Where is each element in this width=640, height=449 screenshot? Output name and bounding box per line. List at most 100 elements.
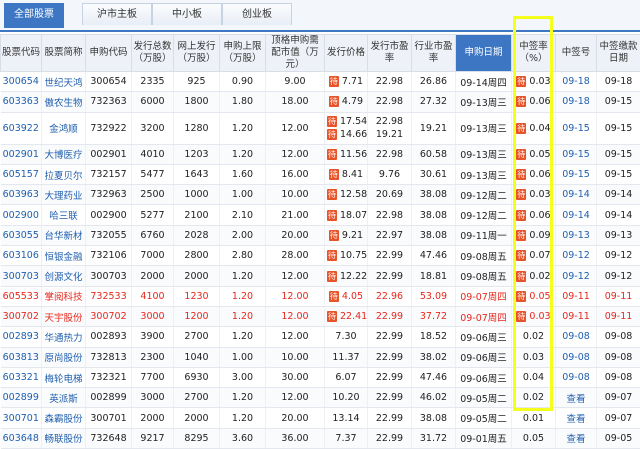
lot-number-link[interactable]: 09-08 <box>562 352 590 363</box>
table-row[interactable]: 002899英派斯002899300027001.2012.0010.2022.… <box>1 388 640 408</box>
col-header-online[interactable]: 网上发行（万股） <box>174 35 220 72</box>
stock-name-link[interactable]: 大理药业 <box>42 185 86 205</box>
stock-code-cell[interactable]: 300701 <box>1 408 42 428</box>
stock-name-link[interactable]: 世纪天鸿 <box>42 72 86 92</box>
table-row[interactable]: 605157拉夏贝尔732157547716431.6016.00待8.419.… <box>1 164 640 184</box>
stock-code-link[interactable]: 300702 <box>3 311 39 322</box>
stock-name-link[interactable]: 英派斯 <box>42 388 86 408</box>
stock-name-link[interactable]: 金鸿顺 <box>42 112 86 144</box>
stock-code-cell[interactable]: 603813 <box>1 347 42 367</box>
lot-number-cell[interactable]: 查看 <box>556 388 597 408</box>
col-header-win-rate[interactable]: 中签率（%） <box>512 35 556 72</box>
stock-code-cell[interactable]: 002900 <box>1 205 42 225</box>
stock-name-link[interactable]: 掌阅科技 <box>42 286 86 306</box>
lot-number-cell[interactable]: 09-11 <box>556 306 597 326</box>
table-row[interactable]: 603922金鸿顺732922320012801.2012.00待17.54待1… <box>1 112 640 144</box>
col-header-date[interactable]: 申购日期 <box>456 35 512 72</box>
stock-name-link[interactable]: 天宇股份 <box>42 306 86 326</box>
stock-code-cell[interactable]: 605533 <box>1 286 42 306</box>
lot-number-link[interactable]: 09-08 <box>562 331 590 342</box>
stock-code-link[interactable]: 603813 <box>3 352 39 363</box>
table-row[interactable]: 002893华通热力002893390027001.2012.007.3022.… <box>1 327 640 347</box>
col-header-market-cap[interactable]: 顶格申购需配市值（万元） <box>266 35 325 72</box>
lot-number-link[interactable]: 查看 <box>566 394 585 405</box>
col-header-price[interactable]: 发行价格 <box>325 35 368 72</box>
lot-number-cell[interactable]: 查看 <box>556 408 597 428</box>
table-row[interactable]: 603648畅联股份732648921782953.6036.007.3722.… <box>1 428 640 448</box>
stock-code-cell[interactable]: 603922 <box>1 112 42 144</box>
stock-code-link[interactable]: 603321 <box>3 372 39 383</box>
col-header-code[interactable]: 股票代码 <box>1 35 42 72</box>
lot-number-cell[interactable]: 查看 <box>556 428 597 448</box>
table-row[interactable]: 300654世纪天鸿30065423359250.909.00待7.7122.9… <box>1 72 640 92</box>
lot-number-link[interactable]: 09-11 <box>562 291 590 302</box>
stock-code-link[interactable]: 300654 <box>3 76 39 87</box>
stock-name-link[interactable]: 华通热力 <box>42 327 86 347</box>
stock-name-link[interactable]: 拉夏贝尔 <box>42 164 86 184</box>
lot-number-cell[interactable]: 09-11 <box>556 286 597 306</box>
col-header-name[interactable]: 股票简称 <box>42 35 86 72</box>
table-row[interactable]: 002901大博医疗002901401012031.2012.00待11.562… <box>1 144 640 164</box>
lot-number-cell[interactable]: 09-15 <box>556 164 597 184</box>
stock-name-link[interactable]: 傲农生物 <box>42 92 86 112</box>
lot-number-cell[interactable]: 09-18 <box>556 72 597 92</box>
lot-number-cell[interactable]: 09-12 <box>556 246 597 266</box>
stock-code-link[interactable]: 603363 <box>3 96 39 107</box>
stock-code-link[interactable]: 603106 <box>3 250 39 261</box>
stock-code-cell[interactable]: 300702 <box>1 306 42 326</box>
lot-number-cell[interactable]: 09-08 <box>556 367 597 387</box>
tab-all-stocks[interactable]: 全部股票 <box>4 3 64 28</box>
lot-number-link[interactable]: 09-08 <box>562 372 590 383</box>
stock-code-cell[interactable]: 603106 <box>1 246 42 266</box>
col-header-sub-code[interactable]: 申购代码 <box>86 35 132 72</box>
lot-number-cell[interactable]: 09-14 <box>556 185 597 205</box>
lot-number-cell[interactable]: 09-08 <box>556 327 597 347</box>
stock-code-cell[interactable]: 603321 <box>1 367 42 387</box>
stock-code-cell[interactable]: 603648 <box>1 428 42 448</box>
lot-number-cell[interactable]: 09-18 <box>556 92 597 112</box>
table-row[interactable]: 603055台华新材732055676020282.0020.00待9.2122… <box>1 225 640 245</box>
stock-code-link[interactable]: 603922 <box>3 123 39 134</box>
lot-number-link[interactable]: 09-18 <box>562 96 590 107</box>
lot-number-cell[interactable]: 09-12 <box>556 266 597 286</box>
stock-name-link[interactable]: 创源文化 <box>42 266 86 286</box>
stock-code-cell[interactable]: 002901 <box>1 144 42 164</box>
tab-sh-main-board[interactable]: 沪市主板 <box>82 3 152 25</box>
table-row[interactable]: 603963大理药业732963250010001.0010.00待12.582… <box>1 185 640 205</box>
col-header-issue-pe[interactable]: 发行市盈率 <box>368 35 412 72</box>
stock-code-link[interactable]: 603963 <box>3 189 39 200</box>
lot-number-link[interactable]: 09-12 <box>562 271 590 282</box>
table-row[interactable]: 603106恒银金融732106700028002.8028.00待10.752… <box>1 246 640 266</box>
stock-name-link[interactable]: 梅轮电梯 <box>42 367 86 387</box>
table-row[interactable]: 300701森霸股份300701200020001.2020.0013.1422… <box>1 408 640 428</box>
tab-sme-board[interactable]: 中小板 <box>152 3 222 25</box>
stock-code-link[interactable]: 603648 <box>3 433 39 444</box>
stock-code-cell[interactable]: 603363 <box>1 92 42 112</box>
table-row[interactable]: 300703创源文化300703200020001.2012.00待12.222… <box>1 266 640 286</box>
col-header-lot-number[interactable]: 中签号 <box>556 35 597 72</box>
stock-name-link[interactable]: 恒银金融 <box>42 246 86 266</box>
col-header-pay-date[interactable]: 中签缴款日期 <box>597 35 640 72</box>
stock-name-link[interactable]: 畅联股份 <box>42 428 86 448</box>
col-header-limit[interactable]: 申购上限（万股） <box>220 35 266 72</box>
stock-code-link[interactable]: 002899 <box>3 392 39 403</box>
lot-number-link[interactable]: 查看 <box>566 414 585 425</box>
table-row[interactable]: 603321梅轮电梯732321770069303.0030.006.0722.… <box>1 367 640 387</box>
lot-number-link[interactable]: 09-11 <box>562 311 590 322</box>
stock-code-cell[interactable]: 603963 <box>1 185 42 205</box>
stock-code-cell[interactable]: 002899 <box>1 388 42 408</box>
lot-number-cell[interactable]: 09-14 <box>556 205 597 225</box>
stock-code-link[interactable]: 002901 <box>3 149 39 160</box>
table-row[interactable]: 002900哈三联002900527721002.1021.00待18.0722… <box>1 205 640 225</box>
lot-number-link[interactable]: 09-15 <box>562 149 590 160</box>
stock-code-link[interactable]: 603055 <box>3 230 39 241</box>
table-row[interactable]: 605533掌阅科技732533410012301.2012.00待4.0522… <box>1 286 640 306</box>
lot-number-link[interactable]: 09-14 <box>562 210 590 221</box>
col-header-industry-pe[interactable]: 行业市盈率 <box>412 35 456 72</box>
lot-number-link[interactable]: 09-15 <box>562 169 590 180</box>
lot-number-link[interactable]: 09-12 <box>562 250 590 261</box>
lot-number-link[interactable]: 09-15 <box>562 123 590 134</box>
stock-code-link[interactable]: 605157 <box>3 169 39 180</box>
lot-number-link[interactable]: 09-14 <box>562 189 590 200</box>
stock-code-link[interactable]: 002893 <box>3 331 39 342</box>
